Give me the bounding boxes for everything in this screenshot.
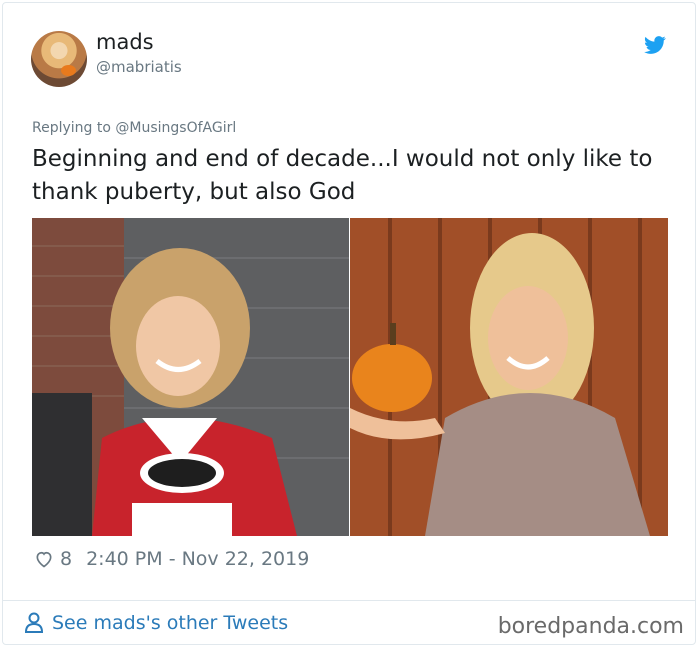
like-count[interactable]: 8 [60,548,72,570]
replying-to-handle[interactable]: @MusingsOfAGirl [115,120,236,136]
photo-girl-racing-jersey[interactable] [32,218,349,536]
user-icon [24,612,44,633]
see-more-link[interactable]: See mads's other Tweets [24,612,288,634]
timestamp[interactable]: 2:40 PM - Nov 22, 2019 [86,548,309,570]
photo-woman-pumpkin[interactable] [350,218,668,536]
divider [2,600,696,601]
tweet-meta: 8 2:40 PM - Nov 22, 2019 [34,548,309,570]
replying-to: Replying to @MusingsOfAGirl [32,120,236,136]
boredpanda-watermark: boredpanda.com [497,614,684,639]
twitter-bird-icon[interactable] [642,34,668,56]
see-more-label[interactable]: See mads's other Tweets [52,612,288,634]
tweet-photos[interactable] [32,218,668,536]
tweet-text: Beginning and end of decade...I would no… [32,146,653,205]
heart-icon[interactable] [34,549,54,569]
author-name[interactable]: mads [96,30,154,54]
avatar[interactable] [31,31,87,87]
replying-to-prefix: Replying to [32,120,111,136]
author-handle[interactable]: @mabriatis [96,58,182,76]
